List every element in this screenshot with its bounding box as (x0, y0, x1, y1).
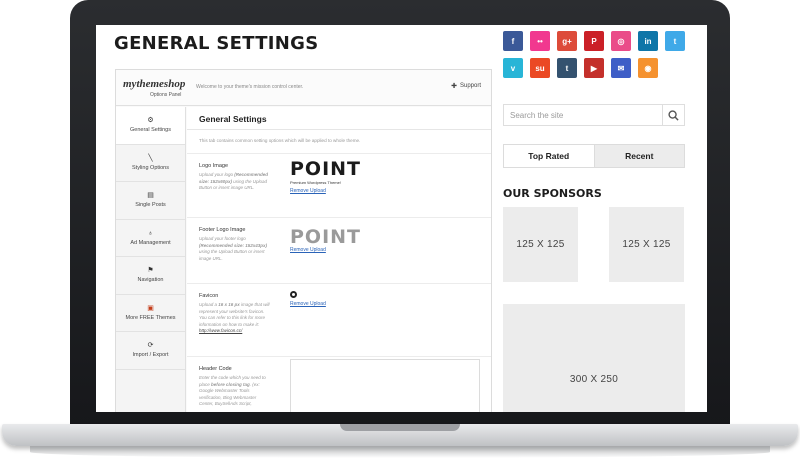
rss-icon[interactable]: ◉ (638, 58, 658, 78)
favicon-row: Favicon Upload a 16 x 16 px image that w… (187, 283, 491, 356)
tumblr-icon[interactable]: t (557, 58, 577, 78)
logo-tagline: Premium Wordpress Theme! (290, 180, 341, 185)
lifebuoy-icon: ✚ (451, 83, 457, 90)
favicon-preview-icon (290, 291, 297, 298)
nav-item-label: General Settings (130, 127, 171, 134)
settings-section-title: General Settings (199, 114, 267, 124)
nav-item-label: Navigation (137, 277, 164, 284)
field-label: Favicon (199, 293, 219, 299)
signpost-icon: ⚑ (147, 267, 154, 275)
tab-recent[interactable]: Recent (593, 145, 684, 167)
nav-item-label: Ad Management (130, 239, 171, 246)
settings-section-description: This tab contains common setting options… (199, 138, 361, 143)
remove-upload-link[interactable]: Remove Upload (290, 188, 326, 194)
logo-image-row: Logo Image Upload your logo (Recommended… (187, 153, 491, 217)
tab-top-rated[interactable]: Top Rated (504, 145, 594, 167)
laptop-mockup: GENERAL SETTINGS mythemeshop Options Pan… (0, 0, 800, 460)
support-label: Support (459, 83, 481, 89)
sidebar: f •• g+ P ◎ in t v su t ▶ ✉ ◉ Search the… (503, 25, 688, 412)
ad-300x250[interactable]: 300 X 250 (503, 304, 685, 412)
dribbble-icon[interactable]: ◎ (611, 31, 631, 51)
nav-item-label: More FREE Themes (125, 314, 176, 321)
footer-logo-preview: POINT (290, 226, 362, 248)
support-link[interactable]: ✚ Support (451, 82, 481, 90)
search-button[interactable] (662, 105, 684, 125)
nav-item-label: Styling Options (132, 164, 169, 171)
stumbleupon-icon[interactable]: su (530, 58, 550, 78)
document-icon: ▤ (147, 192, 154, 200)
remove-upload-link[interactable]: Remove Upload (290, 301, 326, 307)
vimeo-icon[interactable]: v (503, 58, 523, 78)
posts-tabs: Top Rated Recent (503, 144, 685, 168)
nav-item-styling-options[interactable]: ╲ Styling Options (116, 145, 185, 182)
nav-item-ad-management[interactable]: ♁ Ad Management (116, 220, 185, 257)
field-help: Upload your logo (Recommended size: 152x… (199, 172, 269, 190)
field-label: Footer Logo Image (199, 227, 246, 233)
search-box[interactable]: Search the site (503, 104, 685, 126)
pinterest-icon[interactable]: P (584, 31, 604, 51)
nav-item-import-export[interactable]: ⟳ Import / Export (116, 332, 185, 370)
header-code-row: Header Code Enter the code which you nee… (187, 356, 491, 412)
search-icon (668, 109, 679, 121)
remove-upload-link[interactable]: Remove Upload (290, 247, 326, 253)
google-plus-icon[interactable]: g+ (557, 31, 577, 51)
options-nav: ⚙ General Settings ╲ Styling Options ▤ S… (116, 107, 186, 412)
options-panel-header: mythemeshop Options Panel Welcome to you… (116, 70, 491, 106)
options-panel: mythemeshop Options Panel Welcome to you… (115, 69, 492, 412)
flickr-icon[interactable]: •• (530, 31, 550, 51)
ad-125x125-left[interactable]: 125 X 125 (503, 207, 578, 282)
nav-item-label: Import / Export (132, 352, 169, 359)
laptop-shadow (30, 446, 770, 458)
nav-item-single-posts[interactable]: ▤ Single Posts (116, 182, 185, 220)
page-title: GENERAL SETTINGS (114, 33, 319, 54)
field-help: Enter the code which you need to place b… (199, 375, 266, 406)
options-panel-subtitle: Options Panel (150, 92, 182, 98)
header-code-textarea[interactable] (290, 359, 480, 412)
search-input[interactable]: Search the site (510, 111, 563, 120)
favicon-link[interactable]: http://www.favicon.cc/ (199, 328, 242, 333)
settings-content: General Settings This tab contains commo… (187, 107, 491, 412)
ad-125x125-right[interactable]: 125 X 125 (609, 207, 684, 282)
nav-item-label: Single Posts (135, 202, 166, 209)
field-label: Header Code (199, 366, 232, 372)
logo-preview: POINT (290, 158, 362, 180)
field-label: Logo Image (199, 163, 229, 169)
laptop-screen: GENERAL SETTINGS mythemeshop Options Pan… (96, 25, 707, 412)
field-help: Upload your footer logo (Recommended siz… (199, 236, 268, 261)
mythemeshop-logo: mythemeshop (123, 78, 186, 90)
nav-item-more-free-themes[interactable]: ▣ More FREE Themes (116, 295, 185, 332)
import-export-icon: ⟳ (147, 342, 154, 350)
nav-item-navigation[interactable]: ⚑ Navigation (116, 257, 185, 295)
linkedin-icon[interactable]: in (638, 31, 658, 51)
youtube-icon[interactable]: ▶ (584, 58, 604, 78)
themes-icon: ▣ (147, 304, 154, 312)
money-bag-icon: ♁ (147, 229, 154, 237)
nav-item-general-settings[interactable]: ⚙ General Settings (116, 107, 185, 145)
welcome-text: Welcome to your theme's mission control … (196, 84, 304, 90)
field-help: Upload a 16 x 16 px image that will repr… (199, 302, 270, 333)
footer-logo-row: Footer Logo Image Upload your footer log… (187, 217, 491, 283)
facebook-icon[interactable]: f (503, 31, 523, 51)
twitter-icon[interactable]: t (665, 31, 685, 51)
gear-icon: ⚙ (147, 117, 154, 125)
sponsors-heading: OUR SPONSORS (503, 187, 602, 200)
brush-icon: ╲ (148, 154, 153, 162)
laptop-notch (340, 424, 460, 431)
email-icon[interactable]: ✉ (611, 58, 631, 78)
divider (187, 129, 491, 130)
